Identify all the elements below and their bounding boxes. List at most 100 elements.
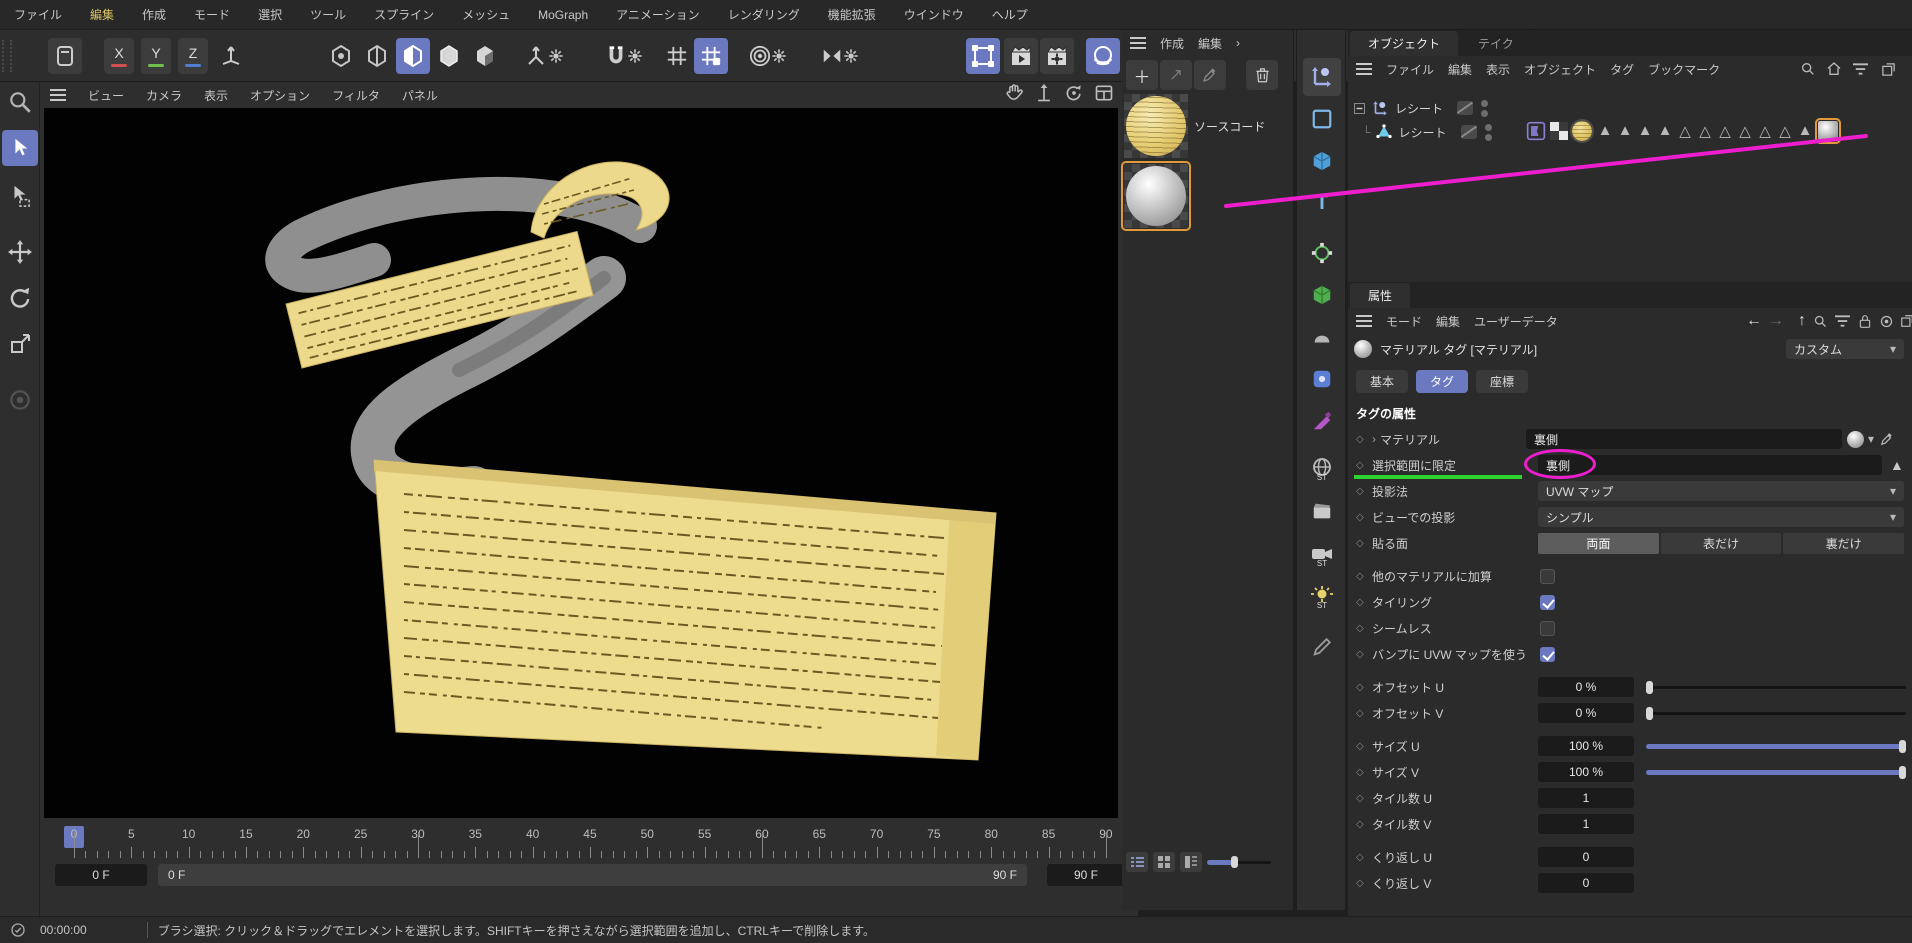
material-name-sourcecode[interactable]: ソースコード (1194, 118, 1265, 135)
material-thumb-uraside[interactable] (1124, 164, 1188, 228)
tab-objects[interactable]: オブジェクト (1350, 31, 1458, 56)
uvw-tag-icon[interactable] (1549, 121, 1569, 141)
material-dropdown-arrow-icon[interactable]: ▾ (1868, 432, 1874, 446)
camera-st-icon[interactable]: ST (1303, 536, 1341, 574)
object-menu-tags[interactable]: タグ (1610, 61, 1634, 78)
attribute-hamburger-icon[interactable] (1356, 315, 1372, 327)
selection-triangle-icon[interactable]: ▲ (1890, 457, 1904, 473)
material-eyedropper-icon[interactable] (1880, 432, 1894, 446)
polygon-selection-tag-icon[interactable]: ▲ (1615, 122, 1635, 140)
expand-box-icon[interactable] (1354, 103, 1365, 114)
polygons-mode-icon[interactable] (396, 38, 430, 74)
texture-tag-uraside-selected[interactable] (1818, 121, 1838, 141)
attr-new-window-icon[interactable] (1900, 314, 1912, 328)
quantize-grid-icon[interactable] (694, 38, 728, 74)
object-menu-bookmarks[interactable]: ブックマーク (1648, 61, 1720, 78)
coordinates-axis-icon[interactable] (1303, 58, 1341, 96)
material-hamburger-icon[interactable] (1130, 37, 1146, 49)
timeline-ruler[interactable]: 051015202530354045505560657075808590 (40, 824, 1138, 858)
light-st-icon[interactable]: ST (1303, 578, 1341, 616)
menu-animation[interactable]: アニメーション (616, 6, 700, 23)
menu-file[interactable]: ファイル (14, 6, 62, 23)
viewport-canvas[interactable] (44, 108, 1118, 818)
lock-icon[interactable] (1858, 314, 1872, 329)
repeat-u-field[interactable]: 0 (1538, 847, 1634, 867)
attr-menu-mode[interactable]: モード (1386, 313, 1422, 330)
size-v-field[interactable]: 100 % (1538, 762, 1634, 782)
falloff-icon[interactable] (736, 38, 800, 74)
workplane-grid-icon[interactable] (660, 38, 694, 74)
axis-lock-x-button[interactable]: X (104, 38, 134, 74)
attr-search-icon[interactable] (1813, 314, 1828, 329)
undo-panel-icon[interactable] (48, 38, 82, 74)
up-arrow-icon[interactable]: ↑ (1798, 312, 1806, 330)
projection-dropdown[interactable]: UVW マップ▾ (1538, 481, 1904, 501)
offset-v-slider[interactable] (1646, 707, 1906, 720)
material-menu-more[interactable]: › (1236, 36, 1240, 50)
tiles-v-field[interactable]: 1 (1538, 814, 1634, 834)
preset-dropdown[interactable]: カスタム▾ (1786, 339, 1904, 359)
axis-lock-z-button[interactable]: Z (178, 38, 208, 74)
menu-window[interactable]: ウインドウ (904, 6, 964, 23)
viewport-menu-camera[interactable]: カメラ (146, 87, 182, 104)
points-mode-icon[interactable] (324, 38, 358, 74)
target-icon[interactable] (1879, 314, 1894, 329)
team-render-sphere-icon[interactable] (1086, 38, 1120, 74)
object-name[interactable]: レシート (1399, 124, 1447, 141)
assign-material-button[interactable]: ↗ (1160, 60, 1192, 90)
subdivision-surface-icon[interactable] (1303, 276, 1341, 314)
rotate-tool-icon[interactable] (2, 280, 38, 316)
menu-mesh[interactable]: メッシュ (462, 6, 510, 23)
object-menu-file[interactable]: ファイル (1386, 61, 1434, 78)
polygon-selection-tag-icon[interactable]: ▲ (1635, 122, 1655, 140)
visibility-dots[interactable] (1481, 100, 1488, 117)
pick-material-eyedropper-icon[interactable] (1194, 60, 1226, 90)
spline-circle-icon[interactable] (1303, 234, 1341, 272)
preview-range-bar[interactable]: 0 F 90 F (158, 864, 1027, 886)
live-selection-tool-icon[interactable] (2, 130, 38, 166)
knife-tool-icon[interactable] (1303, 402, 1341, 440)
material-link-field[interactable]: 裏側 (1526, 429, 1842, 449)
symmetry-icon[interactable] (808, 38, 872, 74)
menu-help[interactable]: ヘルプ (992, 6, 1028, 23)
orbit-rotate-icon[interactable] (1064, 83, 1084, 103)
tab-takes[interactable]: テイク (1460, 31, 1532, 56)
menu-edit[interactable]: 編集 (90, 6, 114, 23)
viewport-menu-filter[interactable]: フィルタ (332, 87, 380, 104)
tab-attributes[interactable]: 属性 (1350, 283, 1410, 308)
viewport-menu-options[interactable]: オプション (250, 87, 310, 104)
tab-tag[interactable]: タグ (1416, 370, 1468, 393)
find-zoom-icon[interactable] (2, 84, 38, 120)
pan-hand-icon[interactable] (1004, 83, 1024, 103)
render-view-icon[interactable] (966, 38, 1000, 74)
clapperboard-icon[interactable] (1303, 492, 1341, 530)
seamless-checkbox[interactable] (1540, 621, 1555, 636)
menu-mograph[interactable]: MoGraph (538, 8, 588, 22)
side-front-button[interactable]: 表だけ (1661, 533, 1782, 554)
workplane-axis-icon[interactable] (214, 38, 248, 74)
add-checkbox[interactable] (1540, 569, 1555, 584)
polygon-selection-tag-icon[interactable]: ▲ (1795, 122, 1815, 140)
polygon-selection-tag-icon[interactable]: △ (1775, 122, 1795, 140)
null-object-icon[interactable] (1371, 99, 1389, 117)
globe-st-icon[interactable]: ST (1303, 450, 1341, 488)
grid-view-icon[interactable] (1153, 852, 1175, 872)
render-to-picture-viewer-icon[interactable] (1004, 38, 1038, 74)
viewport-hamburger-icon[interactable] (50, 89, 66, 101)
tab-coordinates[interactable]: 座標 (1476, 370, 1528, 393)
om-home-icon[interactable] (1826, 61, 1842, 77)
object-menu-view[interactable]: 表示 (1486, 61, 1510, 78)
polygon-selection-tag-icon[interactable]: ▲ (1655, 122, 1675, 140)
menu-select[interactable]: 選択 (258, 6, 282, 23)
deformer-icon[interactable] (1303, 318, 1341, 356)
size-v-slider[interactable] (1646, 766, 1906, 779)
bump-checkbox[interactable] (1540, 647, 1555, 662)
tab-basic[interactable]: 基本 (1356, 370, 1408, 393)
offset-u-slider[interactable] (1646, 681, 1906, 694)
detail-view-icon[interactable] (1180, 852, 1202, 872)
text-object-icon[interactable]: T (1303, 184, 1341, 222)
object-name[interactable]: レシート (1395, 100, 1443, 117)
ghost-tool-icon[interactable] (2, 382, 38, 418)
viewport-menu-view[interactable]: ビュー (88, 87, 124, 104)
object-row-child[interactable]: └ レシート (1348, 120, 1912, 144)
